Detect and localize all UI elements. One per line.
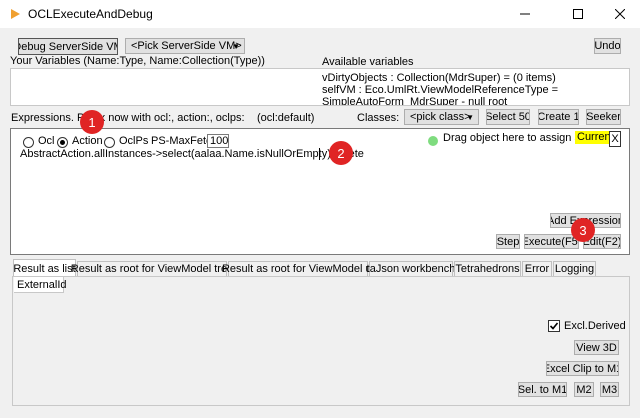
annotation-badge-3: 3 [571,218,595,242]
seeker-button[interactable]: Seeker [586,109,621,125]
pick-class-combo[interactable]: <pick class> ▼ [404,109,479,125]
radio-ocl-label: Ocl [38,135,55,147]
available-variables-list[interactable]: vDirtyObjects : Collection(MdrSuper) = (… [320,69,629,105]
close-window-button[interactable] [597,0,640,28]
expression-text[interactable]: AbstractAction.allInstances->select(aala… [20,148,364,160]
create-1-button[interactable]: Create 1 [538,109,579,125]
radio-oclps-label: OclPs [119,135,149,147]
pick-serverside-vm-value: <Pick ServerSide VM> [131,40,242,52]
your-variables-label: Your Variables (Name:Type, Name:Collecti… [10,55,265,67]
maximize-button[interactable] [555,0,601,28]
view-3d-button[interactable]: View 3D [574,340,619,355]
tab-tetrahedrons[interactable]: Tetrahedrons [454,261,521,276]
minimize-icon [520,13,530,15]
radio-ocl[interactable] [23,137,34,148]
radio-action[interactable] [57,137,68,148]
chevron-down-icon: ▼ [466,113,474,122]
step-button[interactable]: Step [496,234,520,249]
select-50-button[interactable]: Select 50 [486,109,530,125]
column-header-externalid[interactable]: ExternalId [14,277,67,293]
default-mode-label: (ocl:default) [257,112,315,124]
excel-clip-to-m1-button[interactable]: Excel Clip to M1 [546,361,619,376]
tab-error[interactable]: Error [522,261,552,276]
available-variable-item: vDirtyObjects : Collection(MdrSuper) = (… [322,72,556,84]
expressions-prefix-label: Expressions. Prefix now with ocl:, actio… [11,112,245,124]
undo-button[interactable]: Undo [594,38,621,54]
excl-derived-label: Excl.Derived [564,320,626,332]
clear-current-button[interactable]: X [609,131,621,147]
tab-logging[interactable]: Logging [553,261,596,276]
your-variables-input[interactable] [11,69,317,105]
pick-serverside-vm-combo[interactable]: <Pick ServerSide VM> ▼ [125,38,245,54]
current-drop-target[interactable]: Current [575,131,609,144]
minimize-button[interactable] [502,0,548,28]
excl-derived-checkbox[interactable] [548,320,560,332]
pick-class-value: <pick class> [410,111,471,123]
sel-to-m1-button[interactable]: Sel. to M1 [518,382,567,397]
radio-action-label: Action [72,135,103,147]
checkmark-icon [549,322,559,330]
tab-result-as-root-viewmodel-ui[interactable]: Result as root for ViewModel ui [222,261,374,276]
maximize-icon [573,9,583,19]
drag-object-label: Drag object here to assign self. [443,132,595,144]
radio-oclps[interactable] [104,137,115,148]
annotation-badge-1: 1 [80,110,104,134]
available-variable-item: selfVM : Eco.UmlRt.ViewModelReferenceTyp… [322,84,559,96]
tab-result-as-list[interactable]: Result as list [13,259,76,277]
status-indicator-dot [428,136,438,146]
text-caret [319,148,320,160]
debug-serverside-vm-button[interactable]: Debug ServerSide VM [18,38,118,55]
available-variable-item: SimpleAutoForm_MdrSuper - null root [322,96,508,105]
ps-maxfetch-input[interactable]: 100 [207,134,229,148]
annotation-badge-2: 2 [329,141,353,165]
tab-tajson-workbench[interactable]: taJson workbench [367,261,455,276]
close-icon [615,9,625,19]
window-title: OCLExecuteAndDebug [28,7,153,21]
app-icon [11,9,20,19]
chevron-down-icon: ▼ [232,42,240,51]
m3-button[interactable]: M3 [600,382,619,397]
execute-button[interactable]: Execute(F5) [524,234,579,249]
classes-label: Classes: [357,112,400,124]
tab-result-as-root-viewmodel-tree[interactable]: Result as root for ViewModel tree [71,261,233,276]
available-variables-label: Available variables [322,56,414,68]
m2-button[interactable]: M2 [574,382,594,397]
